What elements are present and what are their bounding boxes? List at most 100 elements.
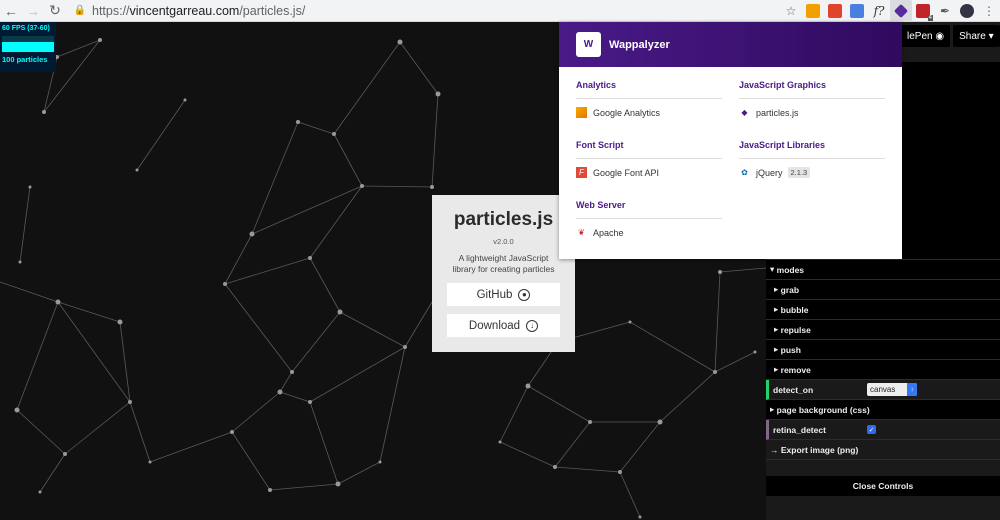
gui-row-detect-on: detect_on canvas ↕ — [766, 380, 1000, 400]
codepen-button[interactable]: lePen ◉ — [901, 25, 951, 47]
gui-folder-push-label: push — [780, 344, 801, 355]
detect-on-value: canvas — [870, 385, 896, 394]
gui-rows: onclick ▾ modes ▸ grab ▸ bubble ▸ repuls… — [766, 240, 1000, 460]
tech-jquery-label: jQuery — [756, 167, 783, 178]
category-web-server[interactable]: Web Server — [576, 200, 722, 219]
wappalyzer-left-column: Analytics Google Analytics Font Script F… — [576, 80, 722, 260]
menu-dots-icon[interactable]: ⋮ — [978, 0, 1000, 22]
gui-folder-modes[interactable]: ▾ modes — [766, 260, 1000, 280]
profile-avatar-icon[interactable] — [956, 0, 978, 22]
extension-translate-icon[interactable] — [846, 0, 868, 22]
export-image-button[interactable]: → Export image (png) — [766, 440, 1000, 460]
back-arrow-icon[interactable]: ← — [0, 0, 22, 22]
address-bar[interactable]: 🔒 https://vincentgarreau.com/particles.j… — [72, 2, 807, 20]
tech-google-analytics-label: Google Analytics — [593, 107, 661, 118]
gui-folder-remove-label: remove — [780, 364, 811, 375]
page-background-label: page background (css) — [776, 404, 870, 415]
tech-jquery[interactable]: ✿ jQuery 2.1.3 — [739, 159, 885, 186]
select-arrows-icon: ↕ — [907, 383, 917, 396]
wappalyzer-right-column: JavaScript Graphics ◆ particles.js JavaS… — [739, 80, 885, 200]
share-button[interactable]: Share ▾ — [953, 25, 1000, 47]
retina-detect-label: retina_detect — [773, 424, 826, 435]
extension-badge-count: 4 — [927, 15, 933, 21]
apache-feather-icon: ❦ — [578, 228, 585, 237]
gui-folder-bubble-label: bubble — [780, 304, 809, 315]
tech-particles-js[interactable]: ◆ particles.js — [739, 99, 885, 126]
fps-label: 60 FPS (37-60) — [2, 25, 50, 32]
triangle-right-icon: ▸ — [774, 284, 781, 294]
arrow-right-icon: → — [770, 444, 781, 455]
tech-particles-js-label: particles.js — [756, 107, 799, 118]
tech-google-font-api-label: Google Font API — [593, 167, 660, 178]
particle-count: 100 particles — [2, 55, 48, 64]
card-title: particles.js — [453, 209, 554, 230]
gui-folder-repulse-label: repulse — [780, 324, 811, 335]
tech-jquery-version: 2.1.3 — [787, 167, 811, 178]
gui-top-bar: lePen ◉ Share ▾ — [901, 25, 1000, 49]
gui-folder-modes-label: modes — [776, 264, 805, 275]
download-button-label: Download — [468, 319, 521, 332]
gui-folder-push[interactable]: ▸ push — [766, 340, 1000, 360]
triangle-right-icon: ▸ — [770, 404, 777, 414]
category-javascript-libraries[interactable]: JavaScript Libraries — [739, 140, 885, 159]
extension-badge-icon[interactable]: 4 — [912, 0, 934, 22]
browser-toolbar: ← → ↻ 🔒 https://vincentgarreau.com/parti… — [0, 0, 1000, 22]
url-scheme: https:// — [92, 3, 130, 18]
wappalyzer-header: W Wappalyzer — [559, 22, 902, 67]
tech-apache[interactable]: ❦ Apache — [576, 219, 722, 246]
forward-arrow-icon[interactable]: → — [22, 0, 44, 22]
wappalyzer-body: Analytics Google Analytics Font Script F… — [559, 67, 902, 259]
detect-on-label: detect_on — [773, 384, 814, 395]
gui-row-retina-detect: retina_detect ✓ — [766, 420, 1000, 440]
triangle-right-icon: ▸ — [774, 364, 781, 374]
download-icon: ↓ — [526, 319, 539, 332]
fps-meter[interactable]: 60 FPS (37-60) 100 particles — [0, 22, 56, 72]
category-font-script[interactable]: Font Script — [576, 140, 722, 159]
gui-folder-bubble[interactable]: ▸ bubble — [766, 300, 1000, 320]
triangle-right-icon: ▸ — [774, 304, 781, 314]
share-label: Share — [959, 30, 986, 42]
jquery-icon: ✿ — [741, 168, 748, 177]
extension-honey-icon[interactable] — [802, 0, 824, 22]
bookmark-star-icon[interactable]: ☆ — [780, 0, 802, 22]
retina-detect-checkbox[interactable]: ✓ — [867, 425, 876, 434]
triangle-right-icon: ▸ — [774, 324, 781, 334]
gui-folder-grab[interactable]: ▸ grab — [766, 280, 1000, 300]
lock-icon: 🔒 — [73, 5, 87, 16]
tech-apache-label: Apache — [593, 227, 624, 238]
gui-folder-page-background[interactable]: ▸ page background (css) — [766, 400, 1000, 420]
close-controls-button[interactable]: Close Controls — [766, 476, 1000, 496]
extension-icons: ☆ f? 4 ✒ ⋮ — [780, 0, 1000, 22]
card-version: v2.0.0 — [493, 237, 514, 246]
github-button[interactable]: GitHub ● — [447, 283, 560, 306]
detect-on-select[interactable]: canvas ↕ — [867, 383, 917, 396]
wappalyzer-popup: W Wappalyzer Analytics Google Analytics … — [559, 22, 902, 259]
url-text: https://vincentgarreau.com/particles.js/ — [92, 4, 305, 18]
category-analytics[interactable]: Analytics — [576, 80, 722, 99]
eyedropper-icon[interactable]: ✒ — [934, 0, 956, 22]
extension-fonts-icon[interactable]: f? — [868, 0, 890, 22]
chevron-down-icon: ▾ — [988, 30, 994, 42]
tech-google-analytics[interactable]: Google Analytics — [576, 99, 722, 126]
wappalyzer-extension-icon[interactable] — [890, 0, 912, 22]
reload-icon[interactable]: ↻ — [44, 0, 66, 22]
github-icon: ● — [518, 288, 531, 301]
category-javascript-graphics[interactable]: JavaScript Graphics — [739, 80, 885, 99]
export-image-label: Export image (png) — [780, 444, 859, 455]
gui-folder-remove[interactable]: ▸ remove — [766, 360, 1000, 380]
close-controls-label: Close Controls — [852, 481, 914, 491]
triangle-down-icon: ▾ — [770, 264, 777, 274]
intro-card: particles.js v2.0.0 A lightweight JavaSc… — [432, 195, 575, 352]
triangle-right-icon: ▸ — [774, 344, 781, 354]
extension-shield-icon[interactable] — [824, 0, 846, 22]
gui-folder-grab-label: grab — [780, 284, 800, 295]
gui-folder-repulse[interactable]: ▸ repulse — [766, 320, 1000, 340]
github-button-label: GitHub — [476, 288, 513, 301]
google-font-api-icon: F — [576, 167, 587, 178]
wappalyzer-logo-icon: W — [576, 32, 601, 57]
google-analytics-icon — [576, 107, 587, 118]
particles-js-icon: ◆ — [741, 108, 748, 117]
tech-google-font-api[interactable]: F Google Font API — [576, 159, 722, 186]
download-button[interactable]: Download ↓ — [447, 314, 560, 337]
card-description: A lightweight JavaScript library for cre… — [452, 253, 555, 274]
